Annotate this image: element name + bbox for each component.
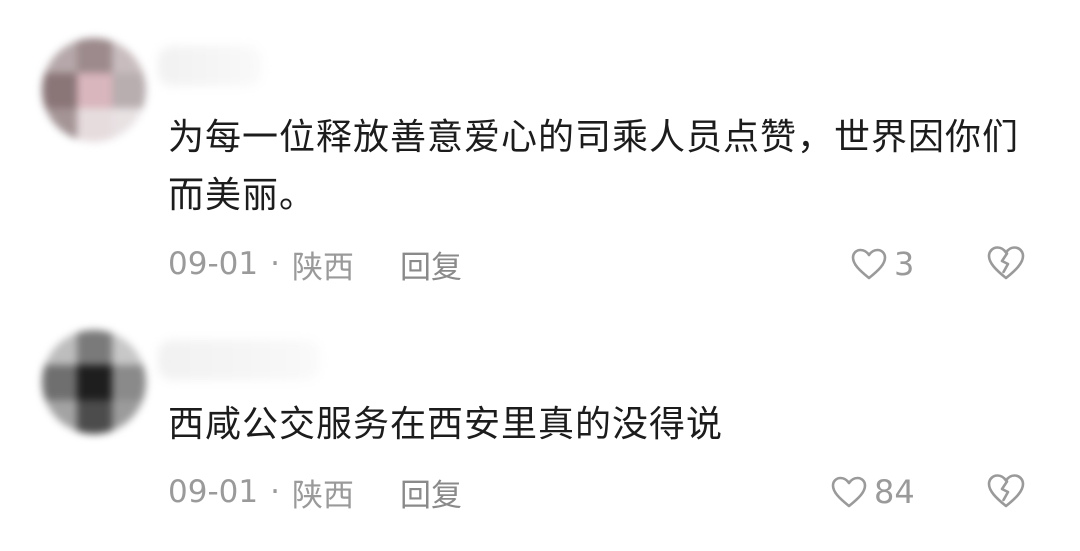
comment-text: 为每一位释放善意爱心的司乘人员点赞，世界因你们而美丽。 — [168, 117, 1020, 216]
meta-separator: · — [270, 246, 280, 282]
broken-heart-icon — [987, 246, 1025, 280]
like-count: 84 — [874, 473, 915, 511]
comment-date: 09-01 — [168, 246, 259, 282]
comment-location: 陕西 — [291, 249, 354, 286]
comment-item: 西咸公交服务在西安里真的没得说 09-01 · 陕西 回复 84 — [0, 300, 1080, 551]
broken-heart-icon — [987, 474, 1025, 508]
comment-meta: 09-01 · 陕西 回复 — [168, 470, 462, 515]
avatar[interactable] — [42, 38, 146, 142]
comment-item: 为每一位释放善意爱心的司乘人员点赞，世界因你们而美丽。 09-01 · 陕西 回… — [0, 0, 1080, 300]
comment-meta: 09-01 · 陕西 回复 — [168, 242, 462, 287]
like-button[interactable]: 84 — [830, 472, 915, 512]
dislike-button[interactable] — [986, 472, 1026, 512]
heart-outline-icon — [831, 476, 867, 508]
like-count: 3 — [894, 245, 915, 283]
comment-date: 09-01 — [168, 474, 259, 510]
comment-location: 陕西 — [291, 477, 354, 514]
reply-button[interactable]: 回复 — [400, 470, 462, 515]
username-blurred[interactable] — [158, 340, 320, 380]
reply-button[interactable]: 回复 — [400, 242, 462, 287]
username-blurred[interactable] — [158, 46, 262, 86]
meta-separator: · — [270, 474, 280, 510]
dislike-button[interactable] — [986, 244, 1026, 284]
avatar[interactable] — [42, 330, 146, 434]
like-button[interactable]: 3 — [850, 244, 914, 284]
comment-text: 西咸公交服务在西安里真的没得说 — [168, 404, 724, 445]
heart-outline-icon — [851, 248, 887, 280]
